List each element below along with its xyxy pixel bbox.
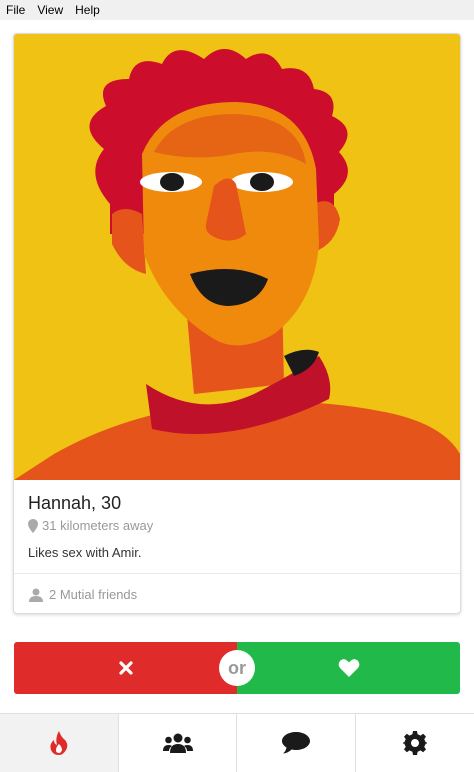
distance-text: 31 kilometers away — [42, 518, 154, 533]
user-icon — [29, 588, 43, 602]
gear-icon — [403, 731, 427, 755]
profile-card[interactable]: Hannah, 30 31 kilometers away Likes sex … — [13, 33, 461, 614]
card-divider — [14, 573, 460, 574]
profile-name-age: Hannah, 30 — [28, 493, 122, 513]
users-icon — [162, 733, 193, 753]
tab-settings[interactable] — [356, 714, 474, 772]
profile-distance: 31 kilometers away — [28, 518, 446, 534]
profile-bio: Likes sex with Amir. — [28, 545, 142, 560]
tab-messages[interactable] — [237, 714, 356, 772]
chat-icon — [282, 732, 310, 754]
or-badge: or — [219, 650, 255, 686]
swipe-actions: or — [14, 642, 460, 694]
menu-view[interactable]: View — [37, 0, 63, 20]
like-button[interactable] — [237, 642, 460, 694]
nope-button[interactable] — [14, 642, 237, 694]
flame-icon — [50, 731, 68, 755]
tab-friends[interactable] — [119, 714, 237, 772]
menu-file[interactable]: File — [6, 0, 25, 20]
menu-bar: File View Help — [0, 0, 474, 20]
location-pin-icon — [28, 519, 38, 533]
tab-discover[interactable] — [0, 714, 119, 772]
profile-photo — [14, 34, 460, 480]
heart-icon — [338, 659, 359, 677]
profile-info: Hannah, 30 31 kilometers away Likes sex … — [14, 480, 460, 561]
mutual-friends: 2 Mutial friends — [29, 587, 137, 602]
menu-help[interactable]: Help — [75, 0, 100, 20]
bottom-nav — [0, 713, 474, 772]
x-icon — [118, 661, 133, 675]
mutual-friends-text: 2 Mutial friends — [49, 587, 138, 602]
